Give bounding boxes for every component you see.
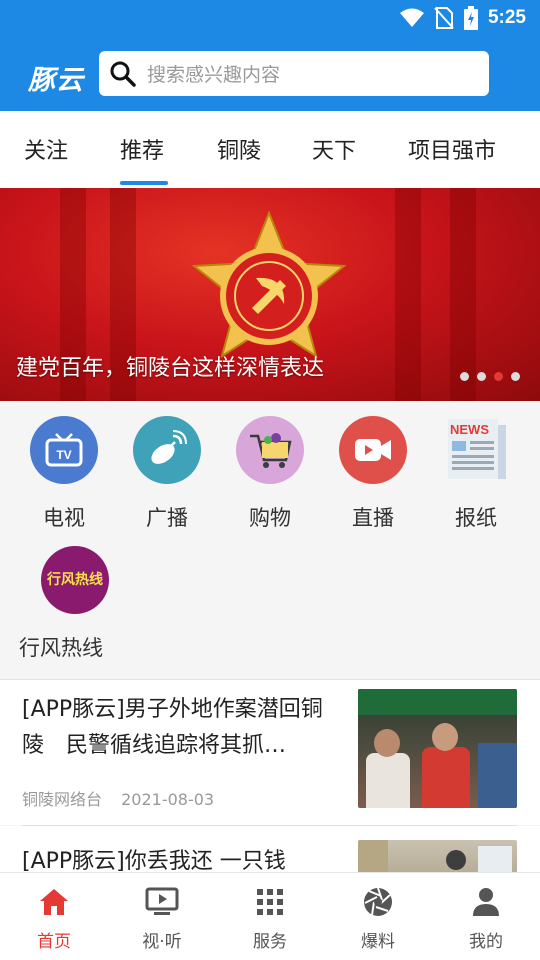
nav-services[interactable]: 服务 (230, 885, 310, 952)
banner-stripe (395, 188, 421, 401)
nav-label: 服务 (253, 932, 287, 952)
banner-stripe (450, 188, 476, 401)
news-thumbnail (358, 689, 517, 808)
newspaper-icon-text: NEWS (450, 422, 489, 437)
tab-follow[interactable]: 关注 (24, 133, 68, 165)
tab-recommend[interactable]: 推荐 (120, 133, 164, 165)
nav-label: 视·听 (142, 932, 182, 952)
active-tab-indicator (120, 181, 168, 185)
shortcut-shopping[interactable]: 购物 (225, 416, 315, 532)
thumb-person (422, 747, 470, 808)
shortcut-label: 电视 (43, 506, 85, 530)
nav-mine[interactable]: 我的 (446, 885, 526, 952)
news-title: [APP豚云]你丢我还 一只钱 (22, 849, 286, 872)
thumb-person (366, 753, 410, 808)
nav-watch-listen[interactable]: 视·听 (122, 885, 202, 952)
bottom-navigation: 首页 视·听 服务 爆料 我的 (0, 872, 540, 960)
svg-text:TV: TV (56, 448, 71, 462)
channel-tabs: 关注 推荐 铜陵 天下 项目强市 (0, 111, 540, 188)
news-meta: 铜陵网络台 2021-08-03 (22, 786, 214, 810)
thumb-shelf (358, 840, 388, 872)
status-bar: 5:25 (0, 0, 540, 36)
wifi-icon (399, 8, 424, 27)
thumb-person (432, 723, 458, 751)
tab-projects[interactable]: 项目强市 (408, 133, 496, 165)
shortcut-tv[interactable]: TV 电视 (19, 416, 109, 532)
carousel-dot (460, 372, 469, 381)
thumb-person (478, 743, 517, 808)
news-item[interactable]: [APP豚云]你丢我还 一只钱 (0, 826, 540, 872)
news-source: 铜陵网络台 (22, 790, 103, 809)
tab-world[interactable]: 天下 (312, 133, 356, 165)
shortcut-label: 直播 (352, 506, 394, 530)
aperture-icon (338, 885, 418, 919)
search-placeholder: 搜索感兴趣内容 (147, 64, 281, 86)
nav-label: 爆料 (361, 932, 395, 952)
search-bar[interactable]: 搜索感兴趣内容 (99, 51, 489, 96)
news-date: 2021-08-03 (121, 790, 215, 809)
nav-tips[interactable]: 爆料 (338, 885, 418, 952)
shortcut-live[interactable]: 直播 (328, 416, 418, 532)
shortcut-label: 报纸 (455, 506, 497, 530)
thumb-sign (358, 689, 517, 715)
nav-label: 我的 (469, 932, 503, 952)
user-icon (446, 885, 526, 919)
battery-charging-icon (463, 6, 478, 30)
shortcut-label: 购物 (249, 506, 291, 530)
app-logo[interactable]: 豚云 (28, 58, 84, 97)
tab-tongling[interactable]: 铜陵 (217, 133, 261, 165)
party-emblem-image (191, 210, 347, 359)
shopping-cart-icon (236, 416, 304, 484)
thumb-person (374, 729, 400, 757)
carousel-dot (477, 372, 486, 381)
banner-caption: 建党百年，铜陵台这样深情表达 (16, 356, 325, 381)
shortcut-radio[interactable]: 广播 (122, 416, 212, 532)
banner-carousel[interactable]: 建党百年，铜陵台这样深情表达 (0, 188, 540, 401)
play-screen-icon (122, 885, 202, 919)
news-item[interactable]: [APP豚云]男子外地作案潜回铜陵 民警循线追踪将其抓… 铜陵网络台 2021-… (0, 680, 540, 825)
nav-label: 首页 (37, 932, 71, 952)
shortcut-hotline[interactable]: 行风热线 行风热线 (19, 546, 131, 662)
shortcut-newspaper[interactable]: NEWS 报纸 (431, 416, 521, 532)
news-thumbnail (358, 840, 517, 872)
home-icon (14, 885, 94, 919)
search-icon (110, 61, 136, 87)
shortcut-label: 广播 (146, 506, 188, 530)
hotline-logo-text: 行风热线 (46, 571, 103, 588)
radio-dish-icon (133, 416, 201, 484)
news-title: [APP豚云]男子外地作案潜回铜陵 民警循线追踪将其抓… (22, 697, 323, 758)
no-sim-icon (434, 7, 454, 29)
carousel-dot-active (494, 372, 503, 381)
video-camera-icon (339, 416, 407, 484)
tv-icon: TV (30, 416, 98, 484)
shortcut-label: 行风热线 (19, 636, 103, 660)
newspaper-icon: NEWS (442, 416, 510, 484)
app-header: 5:25 豚云 搜索感兴趣内容 (0, 0, 540, 111)
status-time: 5:25 (487, 7, 526, 28)
shortcut-grid: TV 电视 广播 购物 直播 NEWS 报纸 行风热线 行风热线 (0, 401, 540, 679)
carousel-indicator (460, 372, 520, 381)
thumb-board (478, 846, 512, 872)
carousel-dot (511, 372, 520, 381)
grid-icon (230, 885, 310, 919)
nav-home[interactable]: 首页 (14, 885, 94, 952)
hotline-logo-icon: 行风热线 (41, 546, 109, 614)
status-icons: 5:25 (399, 6, 526, 30)
thumb-person (446, 850, 466, 870)
